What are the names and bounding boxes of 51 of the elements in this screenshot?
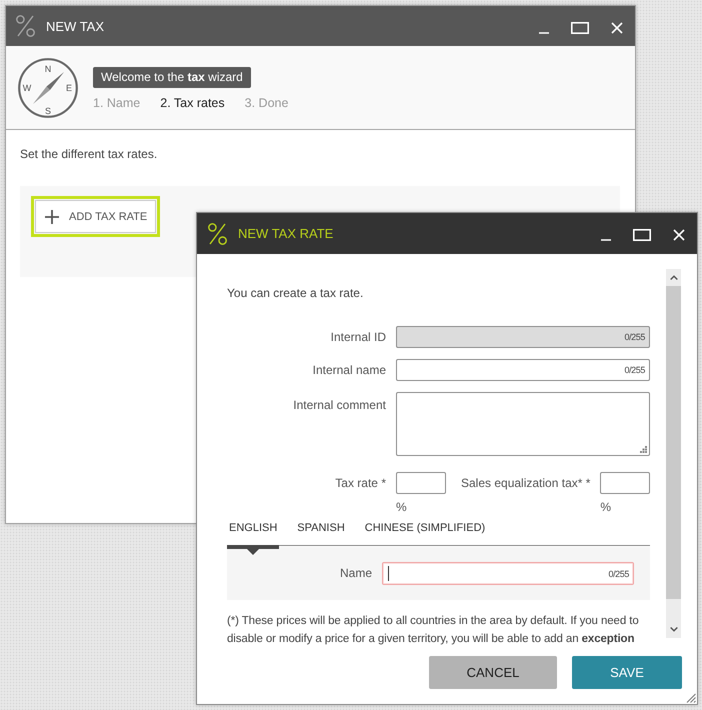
field-label: Internal ID (330, 329, 386, 345)
character-counter: 0/255 (624, 365, 645, 375)
field-label: Tax rate * (334, 475, 386, 492)
text-cursor-icon (388, 566, 389, 581)
scrollbar-thumb[interactable] (666, 286, 681, 599)
minimize-icon[interactable] (539, 32, 549, 34)
field-label: Internal comment (292, 397, 386, 413)
resize-grip-icon[interactable] (686, 693, 696, 703)
percent-icon (208, 222, 227, 244)
unit-label: % (600, 500, 612, 514)
cancel-button[interactable]: CANCEL (429, 656, 557, 689)
welcome-banner: Welcome to the tax wizard (93, 67, 251, 88)
compass-letter: S (45, 106, 51, 116)
percent-icon (16, 15, 35, 37)
wizard-step: 1. Name (93, 96, 140, 111)
character-counter: 0/255 (608, 568, 629, 578)
rate-input-field[interactable] (600, 472, 650, 494)
resize-grip-icon (640, 446, 647, 453)
footnote-text: (*) These prices will be applied to all countries in the area by default. If you need to disable or modify a price for a given territory, you will be able to add an exception (227, 614, 640, 647)
maximize-icon[interactable] (571, 22, 589, 34)
language-tab[interactable]: ENGLISH (227, 519, 280, 555)
close-icon[interactable] (673, 229, 685, 241)
window-title: NEW TAX (46, 18, 104, 34)
maximize-icon[interactable] (633, 229, 651, 241)
compass-letter: N (44, 64, 52, 74)
text-field[interactable]: 0/255 (396, 359, 650, 381)
scroll-down-icon[interactable] (670, 627, 678, 632)
wizard-step: 3. Done (244, 96, 288, 111)
name-input-field[interactable]: 0/255 (382, 562, 634, 585)
compass-needle-icon (33, 72, 64, 104)
compass-letter: E (66, 82, 72, 92)
field-label: Sales equalization tax* * (461, 475, 590, 492)
language-tab[interactable]: SPANISH (295, 519, 347, 555)
save-button[interactable]: SAVE (572, 656, 682, 689)
language-tab[interactable]: CHINESE (SIMPLIFIED) (362, 519, 488, 555)
scroll-up-icon[interactable] (670, 275, 678, 280)
dialog-title: NEW TAX RATE (238, 226, 334, 241)
character-counter: 0/255 (624, 332, 645, 342)
wizard-step: 2. Tax rates (160, 96, 225, 111)
field-label: Name (338, 565, 372, 582)
intro-text: You can create a tax rate. (227, 285, 364, 301)
instructions-text: Set the different tax rates. (20, 146, 158, 162)
textarea-field[interactable] (396, 392, 650, 456)
compass-letter: W (22, 82, 32, 92)
rate-input-field[interactable] (396, 472, 446, 494)
unit-label: % (396, 500, 407, 514)
field-label: Internal name (312, 362, 386, 378)
tab-pointer-icon (247, 549, 260, 555)
add-tax-rate-button[interactable]: ADD TAX RATE (31, 196, 160, 237)
close-icon[interactable] (611, 22, 623, 34)
plus-icon (45, 210, 59, 224)
